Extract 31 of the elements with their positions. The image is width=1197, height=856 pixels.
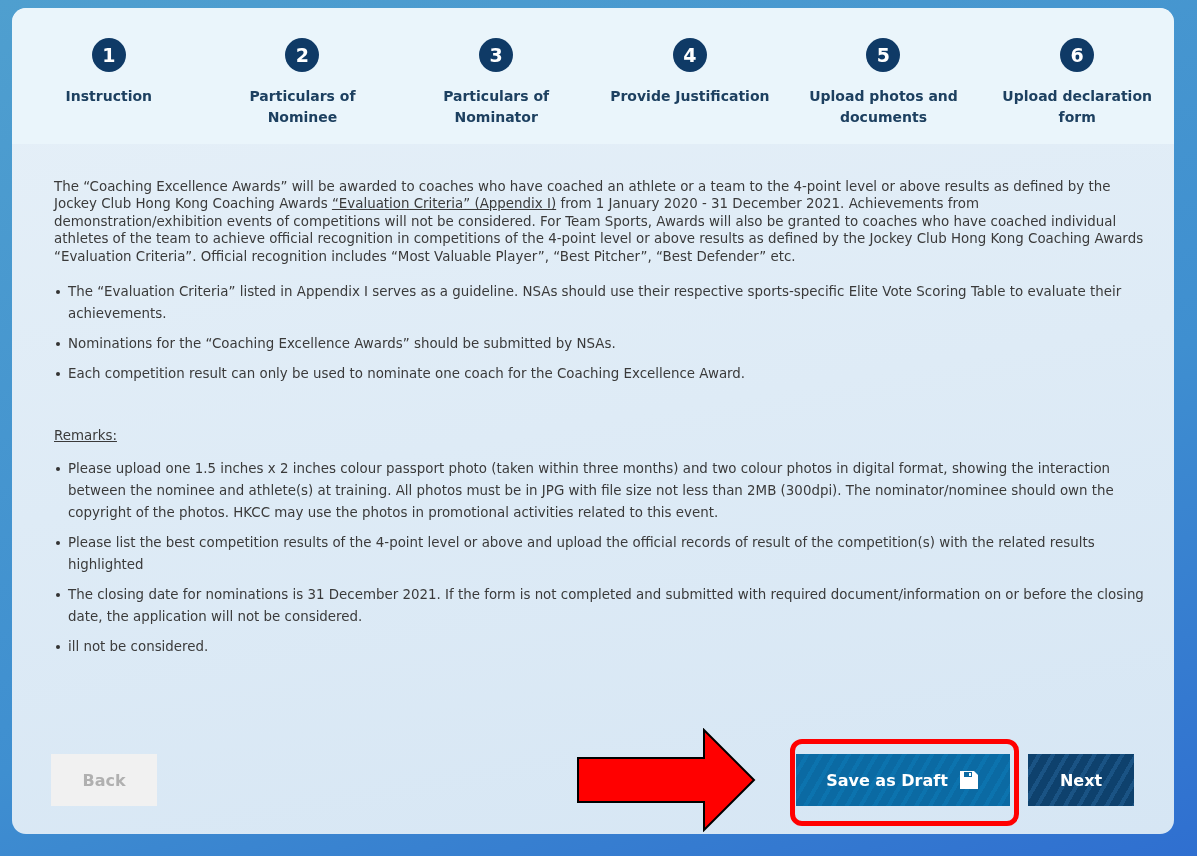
step-label: Provide Justification	[610, 87, 770, 106]
bullet-icon	[56, 593, 60, 598]
intro-paragraph: The “Coaching Excellence Awards” will be awarded to coaches who have coached an athlete or a team to the 4-point level or above results as defined by the Jockey Club Hong Kong Coaching Awards “Evaluation Criteria” (Appendix I) from 1 January 2020 - 31 December 2021. Achievements from demonstration/exhibition events of competitions will not be considered. For Team Sports, Awards will also be granted to coaches who have coached individual athletes of the team to achieve official recognition in competitions of the 4-point level or above results as defined by the Jockey Club Hong Kong Coaching Awards “Evaluation Criteria”. Official recognition includes “Most Valuable Player”, “Best Pitcher”, “Best Defender” etc.	[54, 178, 1144, 266]
bullet-text: Each competition result can only be used to nominate one coach for the Coaching Excellence Award.	[68, 365, 746, 384]
bullet-icon	[56, 645, 60, 650]
draft-button[interactable]: Save as Draft	[796, 754, 1010, 806]
bullet-text: Please upload one 1.5 inches x 2 inches colour passport photo (taken within three months) and two colour photos in digital format, showing the interaction between the nominee and athlete(s) at training. All photos must be in JPG with file size not less than 2MB (300dpi). The nominator/nominee should own the copyright of the photos. HKCC may use the photos in promotional activities related to this event.	[68, 460, 1115, 523]
bullet-icon	[56, 541, 60, 546]
step-number[interactable]: 6	[1060, 38, 1095, 72]
bullet-text: Please list the best competition results of the 4-point level or above and upload the official records of result of the competition(s) with the related results highlighted	[68, 534, 1096, 575]
step-number[interactable]: 5	[866, 38, 901, 72]
step-label: Instruction	[65, 87, 153, 106]
step-number[interactable]: 2	[285, 38, 320, 72]
bullet-text: ill not be considered.	[68, 638, 209, 657]
bullet-icon	[56, 372, 60, 377]
step-label: Upload photos and documents	[808, 87, 959, 127]
bullet-icon	[56, 290, 60, 295]
evaluation-criteria-link[interactable]: “Evaluation Criteria” (Appendix I)	[331, 196, 557, 212]
bullet-text: The “Evaluation Criteria” listed in Appendix I serves as a guideline. NSAs should use their respective sports-specific Elite Vote Scoring Table to evaluate their achievements.	[68, 283, 1123, 324]
step-number[interactable]: 4	[672, 38, 707, 72]
step-label: Particulars of Nominee	[248, 87, 357, 127]
step-number[interactable]: 1	[91, 38, 126, 72]
step-label: Upload declaration form	[1001, 87, 1153, 127]
step-number[interactable]: 3	[479, 38, 514, 72]
bullet-icon	[56, 467, 60, 472]
bullet-text: The closing date for nominations is 31 December 2021. If the form is not completed and submitted with required document/information on or before the closing date, the application will not be considered.	[68, 586, 1144, 627]
step-label: Particulars of Nominator	[442, 87, 551, 127]
next-button[interactable]: Next	[1028, 754, 1134, 806]
remarks-heading: Remarks:	[54, 427, 118, 445]
bullet-icon	[56, 342, 60, 347]
bullet-text: Nominations for the “Coaching Excellence Awards” should be submitted by NSAs.	[68, 335, 616, 354]
